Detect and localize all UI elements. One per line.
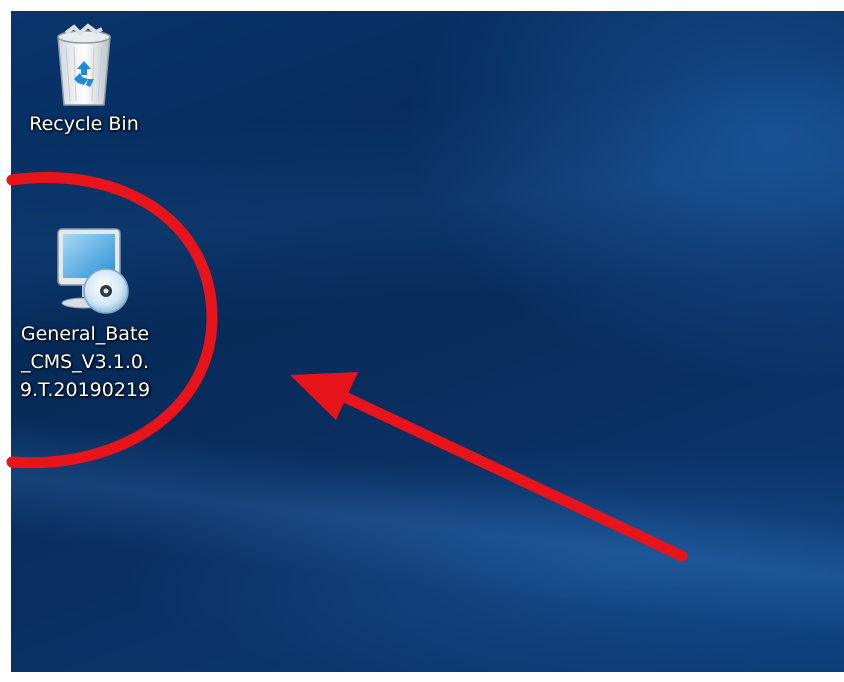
desktop[interactable]: Recycle Bin General_Bate _CMS_V3.1.0. 9.… [11,11,844,672]
screenshot-frame: Recycle Bin General_Bate _CMS_V3.1.0. 9.… [0,0,844,682]
desktop-icon-label-line: 9.T.20190219 [19,379,151,401]
recycle-bin-icon [57,23,111,106]
installer-monitor-disc-icon [57,228,129,314]
wallpaper-light-beam [11,404,844,658]
desktop-icon-installer[interactable]: General_Bate _CMS_V3.1.0. 9.T.20190219 [11,223,160,405]
desktop-icon-label: Recycle Bin [29,113,139,135]
desktop-icon-label-line: General_Bate [20,323,150,345]
desktop-icon-recycle-bin[interactable]: Recycle Bin [11,23,159,139]
desktop-icon-label-line: _CMS_V3.1.0. [20,351,150,373]
